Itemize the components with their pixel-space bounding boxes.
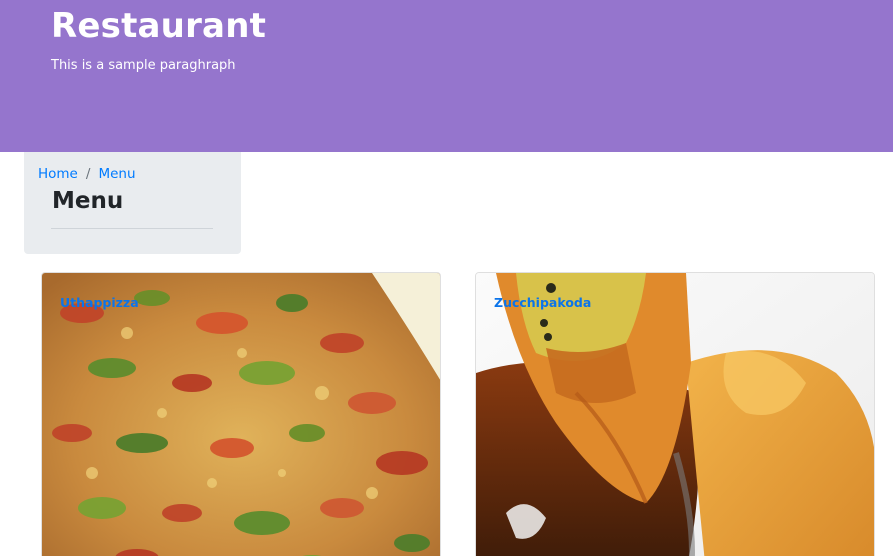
breadcrumb-menu-link[interactable]: Menu <box>98 165 135 183</box>
dish-card-zucchipakoda[interactable]: Zucchipakoda <box>475 272 875 556</box>
breadcrumb-home-link[interactable]: Home <box>38 165 78 183</box>
dish-name-zucchipakoda[interactable]: Zucchipakoda <box>494 295 591 311</box>
pizza-image <box>42 273 440 556</box>
breadcrumb: Home / Menu <box>38 165 136 183</box>
dish-name-uthappizza[interactable]: Uthappizza <box>60 295 139 311</box>
breadcrumb-container: Home / Menu Menu <box>24 152 241 254</box>
header-jumbotron: Restaurant This is a sample paraghraph <box>0 0 893 152</box>
title-divider <box>51 228 213 229</box>
site-tagline: This is a sample paraghraph <box>51 58 236 73</box>
breadcrumb-separator: / <box>85 166 91 182</box>
dish-card-uthappizza[interactable]: Uthappizza <box>41 272 441 556</box>
site-title: Restaurant <box>51 6 267 46</box>
page-title: Menu <box>52 188 124 214</box>
pakoda-image <box>476 273 874 556</box>
